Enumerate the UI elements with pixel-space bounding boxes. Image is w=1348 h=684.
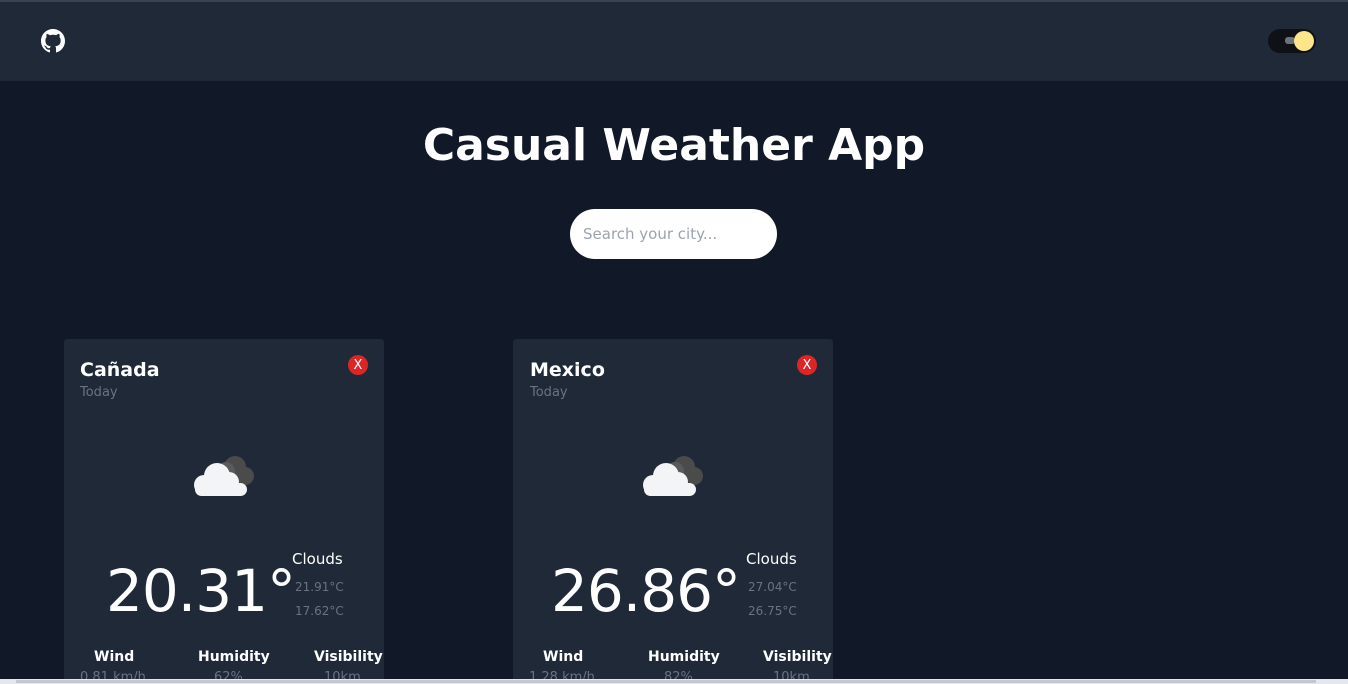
theme-toggle[interactable] [1268,29,1316,53]
wind-label: Wind [94,649,135,665]
humidity-label: Humidity [198,649,270,665]
visibility-label: Visibility [763,649,832,665]
github-icon[interactable] [41,29,65,53]
temperature: 20.31° [106,557,296,625]
visibility-label: Visibility [314,649,383,665]
day-label: Today [530,385,568,400]
toggle-knob [1294,31,1314,51]
humidity-label: Humidity [648,649,720,665]
cloud-icon [194,456,254,496]
weather-description: Clouds [746,550,797,568]
min-temperature: 26.75°C [748,604,797,618]
city-name: Mexico [530,359,605,381]
day-label: Today [80,385,118,400]
weather-card: Mexico Today X 26.86° Clouds 27.04°C 26.… [513,339,833,684]
cloud-icon [643,456,703,496]
page-title: Casual Weather App [422,120,926,171]
navbar [0,2,1348,81]
weather-description: Clouds [292,550,343,568]
weather-card: Cañada Today X 20.31° Clouds 21.91°C 17.… [64,339,384,684]
search-input[interactable] [570,209,777,259]
close-button[interactable]: X [797,355,817,375]
wind-label: Wind [543,649,584,665]
city-name: Cañada [80,359,160,381]
close-button[interactable]: X [348,355,368,375]
max-temperature: 21.91°C [295,580,344,594]
horizontal-scrollbar[interactable] [0,679,1348,684]
min-temperature: 17.62°C [295,604,344,618]
max-temperature: 27.04°C [748,580,797,594]
scrollbar-thumb[interactable] [16,680,1316,683]
temperature: 26.86° [551,557,741,625]
